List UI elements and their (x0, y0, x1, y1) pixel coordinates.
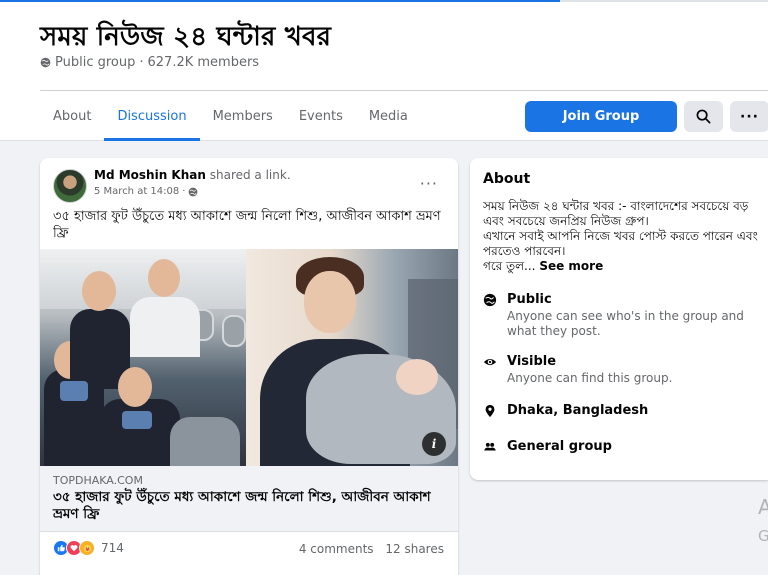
info-icon[interactable]: i (422, 432, 446, 456)
group-tabs: About Discussion Members Events Media (40, 91, 421, 141)
post-photos[interactable]: i (40, 249, 458, 466)
eye-icon (483, 358, 497, 366)
author-line: Md Moshin Khan shared a link. (94, 168, 291, 182)
member-count[interactable]: 627.2K members (148, 55, 260, 70)
attendant-with-baby-photo[interactable]: i (246, 249, 458, 466)
about-item-desc: Anyone can see who's in the group and wh… (507, 309, 744, 338)
search-icon (696, 109, 711, 124)
about-desc-line-1: সময় নিউজ ২৪ ঘন্টার খবর :- বাংলাদেশের সব… (483, 199, 749, 228)
tab-discussion[interactable]: Discussion (104, 91, 200, 141)
about-item-desc: Anyone can find this group. (507, 371, 673, 385)
post-action-text: shared a link. (209, 168, 291, 182)
join-group-label: Join Group (562, 109, 640, 124)
link-description: ... ... (280, 524, 305, 532)
link-domain: TOPDHAKA.COM (53, 474, 143, 487)
link-preview[interactable]: TOPDHAKA.COM ৩৫ হাজার ফুট উঁচুতে মধ্য আক… (40, 466, 458, 532)
tab-media[interactable]: Media (356, 91, 421, 141)
about-description: সময় নিউজ ২৪ ঘন্টার খবর :- বাংলাদেশের সব… (483, 199, 763, 274)
post-menu-button[interactable]: ··· (420, 174, 438, 193)
globe-icon (189, 187, 198, 196)
author-avatar[interactable] (53, 169, 87, 203)
globe-icon (483, 293, 497, 307)
tab-members[interactable]: Members (200, 91, 286, 141)
about-item-title: General group (507, 439, 612, 454)
more-options-button[interactable]: ··· (730, 101, 768, 132)
group-title[interactable]: সময় নিউজ ২৪ ঘন্টার খবর (40, 16, 331, 60)
globe-icon (40, 57, 51, 68)
tab-about[interactable]: About (40, 91, 104, 141)
post-time-text[interactable]: 5 March at 14:08 (94, 186, 179, 197)
about-desc-line-3-wrap: গরে তুল... See more (483, 259, 763, 274)
location-pin-icon (485, 404, 495, 418)
about-item-public: Public Anyone can see who's in the group… (483, 291, 767, 339)
about-item-group-type: General group (483, 438, 612, 456)
about-desc-line-3: গরে তুল... (483, 259, 536, 273)
about-desc-line-2: এখানে সবাই আপনি নিজে খবর পোস্ট করতে পারে… (483, 229, 758, 258)
care-reaction-icon (79, 540, 95, 556)
crew-group-photo[interactable] (40, 249, 246, 466)
group-meta: Public group · 627.2K members (40, 55, 259, 70)
engagement-stats: 4 comments 12 shares (299, 542, 444, 556)
meta-separator: · (139, 55, 144, 70)
offscreen-panel-glyph: G (758, 527, 768, 545)
about-item-title: Visible (507, 354, 557, 369)
about-item-visible: Visible Anyone can find this group. (483, 353, 767, 386)
about-heading: About (483, 171, 531, 187)
more-dots-icon: ··· (740, 108, 759, 125)
post-timestamp: 5 March at 14:08 · (94, 186, 198, 197)
tab-events[interactable]: Events (286, 91, 356, 141)
comments-count[interactable]: 4 comments (299, 542, 374, 556)
reaction-summary[interactable]: 714 (53, 540, 124, 556)
search-button[interactable] (684, 101, 723, 132)
about-card: About সময় নিউজ ২৪ ঘন্টার খবর :- বাংলাদে… (470, 158, 768, 480)
post-text: ৩৫ হাজার ফুট উঁচুতে মধ্য আকাশে জন্ম নিলো… (53, 209, 441, 241)
link-title[interactable]: ৩৫ হাজার ফুট উঁচুতে মধ্য আকাশে জন্ম নিলো… (53, 489, 448, 523)
group-header: সময় নিউজ ২৪ ঘন্টার খবর Public group · 6… (0, 2, 768, 141)
author-name[interactable]: Md Moshin Khan (94, 168, 206, 182)
time-separator: · (182, 186, 186, 197)
see-more-link[interactable]: See more (539, 259, 603, 273)
reaction-count: 714 (101, 541, 124, 555)
about-item-title: Public (507, 292, 552, 307)
post-card: Md Moshin Khan shared a link. 5 March at… (40, 158, 458, 575)
privacy-label: Public group (55, 55, 136, 70)
about-item-title: Dhaka, Bangladesh (507, 403, 649, 418)
about-item-location: Dhaka, Bangladesh (483, 402, 648, 420)
offscreen-panel-glyph: A (758, 495, 768, 519)
people-icon (484, 442, 496, 451)
join-group-button[interactable]: Join Group (525, 101, 677, 132)
shares-count[interactable]: 12 shares (385, 542, 444, 556)
